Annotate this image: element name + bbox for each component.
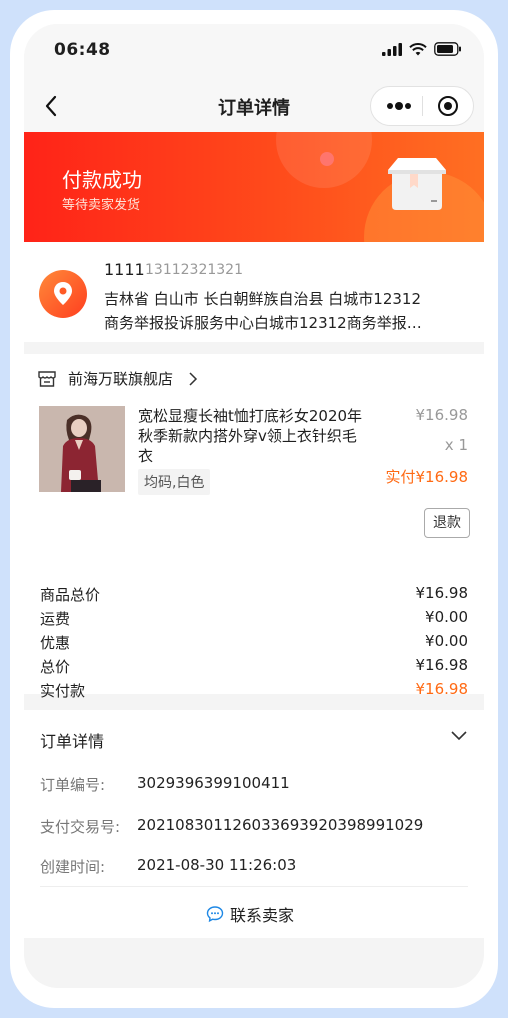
summary-row-shipping: 运费 ¥0.00 (40, 608, 468, 628)
chevron-right-icon[interactable] (188, 372, 198, 386)
status-time: 06:48 (54, 40, 111, 60)
battery-icon (434, 42, 461, 56)
shop-name[interactable]: 前海万联旗舰店 (68, 368, 173, 389)
product-thumbnail[interactable] (39, 406, 125, 492)
chevron-down-icon[interactable] (450, 730, 468, 742)
product-title-line: 秋季新款内搭外穿v领上衣针织毛 (138, 427, 357, 445)
product-title-line: 宽松显瘦长袖t恤打底衫女2020年 (138, 407, 363, 425)
address-line-1: 吉林省 白山市 长白朝鲜族自治县 白城市12312 (104, 290, 422, 308)
product-quantity: x 1 (444, 436, 468, 454)
summary-label: 优惠 (40, 634, 71, 652)
payment-status-banner: 付款成功 等待卖家发货 (24, 132, 484, 242)
summary-value: ¥16.98 (415, 584, 469, 602)
order-items-card: 前海万联旗舰店 宽松显瘦长袖t恤打底衫女2020年 秋季新款内搭外穿v领上衣针织… (24, 354, 484, 700)
shipping-address-card: 1111 13112321321 吉林省 白山市 长白朝鲜族自治县 白城市123… (24, 242, 484, 342)
recipient-name: 1111 (104, 260, 145, 279)
summary-row-discount: 优惠 ¥0.00 (40, 632, 468, 652)
chat-bubble-icon (206, 906, 224, 923)
summary-row-subtotal: 商品总价 ¥16.98 (40, 584, 468, 604)
summary-label: 商品总价 (40, 586, 101, 604)
payment-status-title: 付款成功 (62, 168, 142, 192)
product-sku: 均码,白色 (138, 469, 211, 495)
summary-row-total: 总价 ¥16.98 (40, 656, 468, 676)
contact-seller-button[interactable]: 联系卖家 (206, 902, 294, 926)
address-line-2: 商务举报投诉服务中心白城市12312商务举报… (104, 314, 422, 332)
payment-status-subtitle: 等待卖家发货 (62, 198, 141, 213)
product-title[interactable]: 宽松显瘦长袖t恤打底衫女2020年 秋季新款内搭外穿v领上衣针织毛 衣 (138, 406, 380, 466)
product-price: ¥16.98 (415, 406, 469, 424)
trade-number-label: 支付交易号: (40, 818, 121, 836)
status-bar: 06:48 (24, 24, 484, 80)
package-icon (388, 158, 446, 210)
summary-row-paid: 实付款 ¥16.98 (40, 680, 468, 700)
more-icon[interactable] (385, 98, 413, 114)
summary-label: 实付款 (40, 682, 86, 700)
mini-program-capsule (370, 86, 474, 126)
phone-screen: 06:48 订单详情 付款成功 等待卖家发货 1111 13112321321 … (24, 24, 484, 988)
product-paid-amount: 实付¥16.98 (385, 468, 469, 486)
trade-number-value: 202108301126033693920398991029 (137, 816, 424, 834)
store-icon (38, 371, 56, 387)
summary-value: ¥16.98 (415, 656, 469, 674)
status-icons (382, 42, 462, 56)
refund-button[interactable]: 退款 (424, 508, 470, 538)
wifi-icon (409, 42, 427, 55)
nav-bar: 订单详情 (24, 80, 484, 132)
recipient-phone: 13112321321 (145, 262, 243, 278)
divider (40, 886, 468, 887)
close-mini-program-icon[interactable] (437, 95, 459, 117)
summary-label: 总价 (40, 658, 71, 676)
summary-label: 运费 (40, 610, 71, 628)
contact-seller-label: 联系卖家 (230, 906, 295, 925)
product-title-line: 衣 (138, 447, 154, 465)
created-time-value: 2021-08-30 11:26:03 (137, 856, 297, 874)
order-details-title[interactable]: 订单详情 (40, 728, 104, 752)
summary-value: ¥0.00 (425, 632, 468, 650)
signal-icon (382, 42, 402, 56)
order-number-value: 3029396399100411 (137, 774, 290, 792)
capsule-divider (422, 96, 423, 116)
order-details-card: 订单详情 订单编号: 3029396399100411 支付交易号: 20210… (24, 710, 484, 938)
summary-value: ¥0.00 (425, 608, 468, 626)
decor-bubble (320, 152, 334, 166)
summary-value: ¥16.98 (415, 680, 469, 698)
location-pin-icon (39, 270, 87, 318)
created-time-label: 创建时间: (40, 858, 106, 876)
order-number-label: 订单编号: (40, 776, 106, 794)
